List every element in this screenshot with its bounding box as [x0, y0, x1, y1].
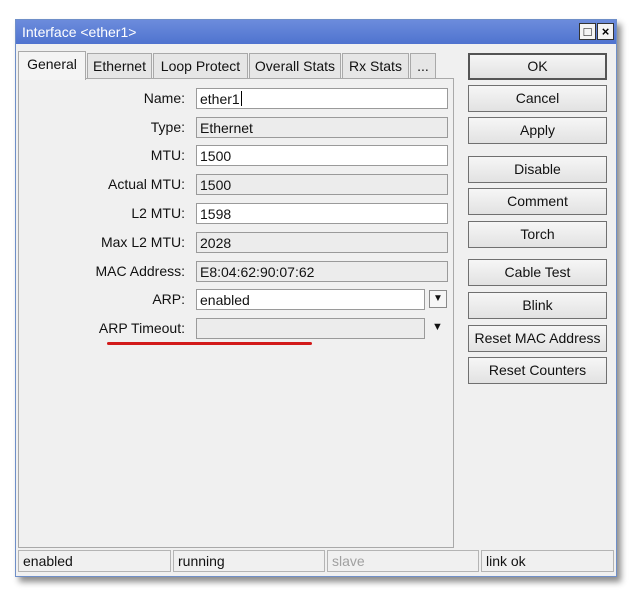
type-field: Ethernet: [196, 117, 448, 138]
actual-mtu-field: 1500: [196, 174, 448, 195]
tab-more[interactable]: ...: [410, 53, 436, 79]
mac-highlight-underline: [107, 342, 312, 345]
actual-mtu-label: Actual MTU:: [107, 176, 185, 192]
tab-rx-stats[interactable]: Rx Stats: [342, 53, 409, 79]
arp-timeout-field[interactable]: [196, 318, 425, 339]
torch-button[interactable]: Torch: [468, 221, 607, 248]
type-label: Type:: [150, 119, 185, 135]
reset-mac-address-button[interactable]: Reset MAC Address: [468, 325, 607, 352]
cable-test-button[interactable]: Cable Test: [468, 259, 607, 286]
reset-counters-button[interactable]: Reset Counters: [468, 357, 607, 384]
arp-timeout-label: ARP Timeout:: [98, 320, 185, 336]
l2-mtu-input[interactable]: 1598: [196, 203, 448, 224]
name-input[interactable]: ether1: [196, 88, 448, 109]
tab-general[interactable]: General: [18, 51, 86, 80]
mtu-label: MTU:: [150, 147, 185, 163]
l2-mtu-label: L2 MTU:: [131, 205, 185, 221]
tab-ethernet[interactable]: Ethernet: [87, 53, 152, 79]
max-l2-mtu-field: 2028: [196, 232, 448, 253]
arp-label: ARP:: [152, 291, 185, 307]
arp-dropdown-icon[interactable]: ▼: [429, 290, 447, 308]
arp-timeout-expand-icon[interactable]: ▼: [432, 321, 443, 333]
ok-button[interactable]: OK: [468, 53, 607, 80]
apply-button[interactable]: Apply: [468, 117, 607, 144]
name-value: ether1: [200, 91, 240, 107]
status-enabled: enabled: [18, 550, 171, 572]
arp-select[interactable]: enabled: [196, 289, 425, 310]
mac-address-field: E8:04:62:90:07:62: [196, 261, 448, 282]
maximize-icon[interactable]: □: [579, 23, 596, 40]
interface-window: Interface <ether1> □ × General Ethernet …: [15, 19, 617, 577]
tab-loop-protect[interactable]: Loop Protect: [153, 53, 248, 79]
tab-overall-stats[interactable]: Overall Stats: [249, 53, 341, 79]
name-label: Name:: [143, 90, 185, 106]
general-panel: Name: ether1 Type: Ethernet MTU: 1500 Ac…: [18, 78, 454, 548]
status-slave: slave: [327, 550, 479, 572]
max-l2-mtu-label: Max L2 MTU:: [100, 234, 185, 250]
mac-address-label: MAC Address:: [95, 263, 185, 279]
comment-button[interactable]: Comment: [468, 188, 607, 215]
cancel-button[interactable]: Cancel: [468, 85, 607, 112]
close-icon[interactable]: ×: [597, 23, 614, 40]
text-cursor: [240, 91, 242, 106]
window-title: Interface <ether1>: [22, 24, 137, 40]
mtu-input[interactable]: 1500: [196, 145, 448, 166]
status-running: running: [173, 550, 325, 572]
blink-button[interactable]: Blink: [468, 292, 607, 319]
title-bar[interactable]: Interface <ether1> □ ×: [16, 20, 616, 44]
status-link: link ok: [481, 550, 614, 572]
disable-button[interactable]: Disable: [468, 156, 607, 183]
